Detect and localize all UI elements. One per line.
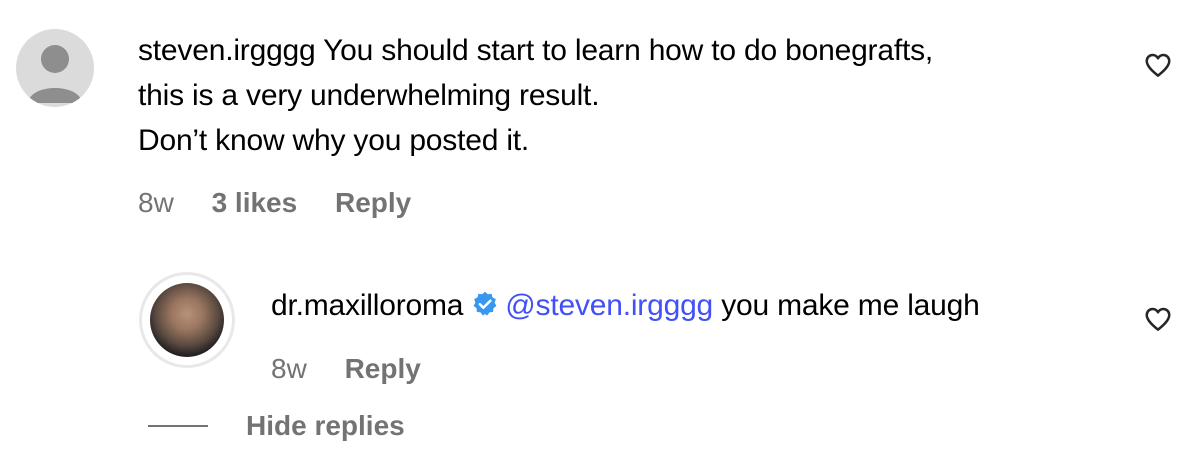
hide-replies-divider: [148, 425, 208, 427]
default-avatar-icon[interactable]: [16, 29, 94, 107]
hide-replies-button[interactable]: Hide replies: [148, 410, 405, 442]
reply-username[interactable]: dr.maxilloroma: [271, 289, 463, 322]
verified-badge-icon: [471, 286, 499, 316]
comment-likes[interactable]: 3 likes: [212, 187, 298, 219]
profile-photo: [150, 283, 224, 357]
reply-reply-button[interactable]: Reply: [345, 353, 421, 385]
comment-text-line-2: this is a very underwhelming result.: [138, 79, 600, 112]
reply-meta: 8w Reply: [271, 353, 421, 385]
heart-icon[interactable]: [1143, 304, 1173, 334]
mention-link[interactable]: @steven.irgggg: [505, 289, 713, 322]
comment-time: 8w: [138, 187, 174, 218]
comment-text-line-1: You should start to learn how to do bone…: [323, 34, 934, 67]
hide-replies-label: Hide replies: [246, 410, 405, 441]
reply-body: dr.maxilloroma @steven.irgggg you make me…: [271, 283, 980, 328]
heart-icon[interactable]: [1143, 50, 1173, 80]
reply-text: you make me laugh: [721, 289, 980, 322]
comment-body: steven.irgggg You should start to learn …: [138, 28, 1098, 163]
reply-button[interactable]: Reply: [335, 187, 411, 219]
comment-username[interactable]: steven.irgggg: [138, 34, 316, 67]
reply-time: 8w: [271, 353, 307, 384]
comment-meta: 8w 3 likes Reply: [138, 187, 411, 219]
comment-text-line-3: Don’t know why you posted it.: [138, 124, 530, 157]
reply-avatar[interactable]: [139, 272, 235, 368]
